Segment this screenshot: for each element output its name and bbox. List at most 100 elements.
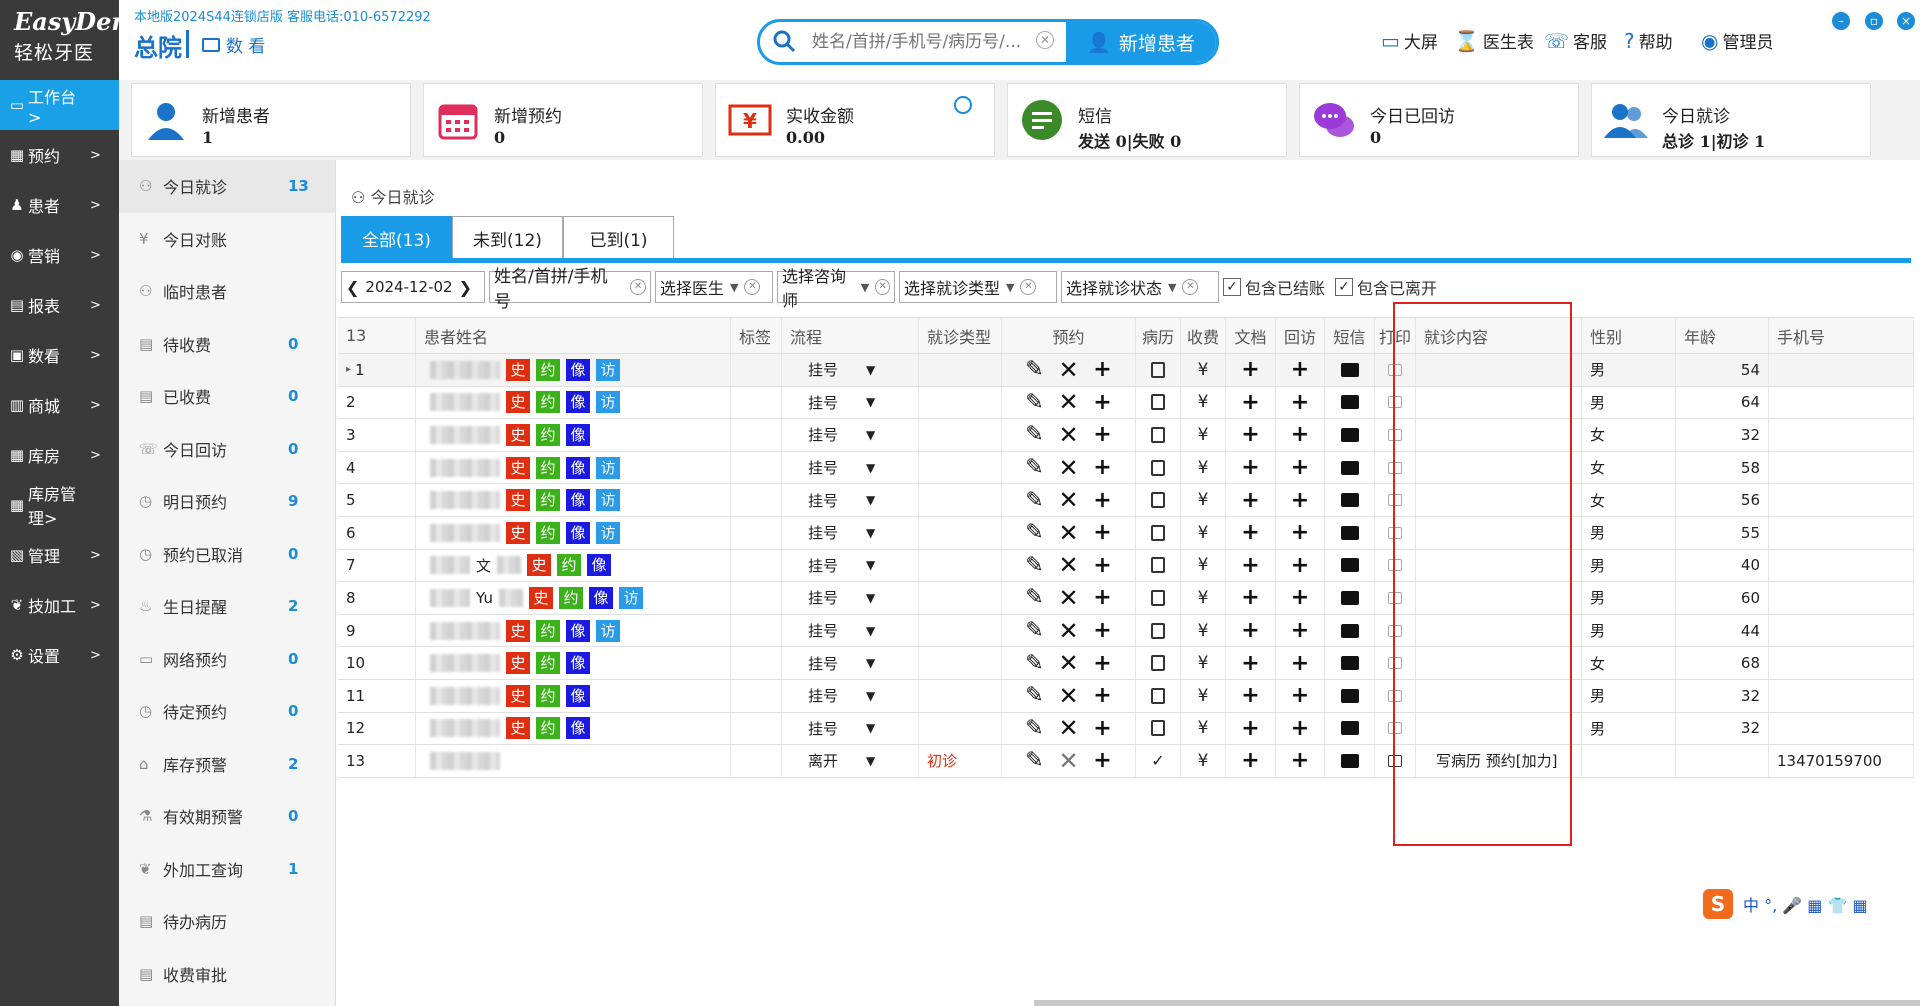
- add-icon[interactable]: +: [1086, 390, 1120, 415]
- tag-像[interactable]: 像: [566, 521, 590, 544]
- yuan-icon[interactable]: ¥: [1198, 751, 1209, 771]
- add-followup-icon[interactable]: +: [1283, 357, 1317, 382]
- date-picker[interactable]: ❮ 2024-12-02 ❯: [341, 271, 485, 303]
- search-input[interactable]: [812, 27, 1022, 57]
- message-icon[interactable]: [1340, 753, 1359, 768]
- horizontal-scrollbar[interactable]: [1034, 1000, 1920, 1006]
- patient-name[interactable]: 史约像: [416, 712, 731, 745]
- yuan-icon[interactable]: ¥: [1198, 555, 1209, 575]
- yuan-icon[interactable]: ¥: [1198, 392, 1209, 412]
- tag-访[interactable]: 访: [596, 619, 620, 642]
- yuan-icon[interactable]: ¥: [1198, 621, 1209, 641]
- patient-name[interactable]: 史约像访: [416, 354, 731, 386]
- add-followup-icon[interactable]: +: [1283, 422, 1317, 447]
- message-icon[interactable]: [1340, 427, 1359, 442]
- print-icon[interactable]: [1388, 722, 1402, 735]
- add-followup-icon[interactable]: +: [1283, 585, 1317, 610]
- tab-all[interactable]: 全部(13): [341, 216, 452, 260]
- table-row[interactable]: 3 史约像挂号 ▼ ✎ ✕ + ¥ + + 女 32: [338, 419, 1914, 452]
- tag-史[interactable]: 史: [506, 423, 530, 446]
- add-document-icon[interactable]: +: [1234, 748, 1268, 773]
- ime-toolbar[interactable]: S 中 °, 🎤 ▦ 👕 ▦: [1697, 884, 1920, 924]
- yuan-icon[interactable]: ¥: [1198, 490, 1209, 510]
- add-document-icon[interactable]: +: [1234, 716, 1268, 741]
- patient-name[interactable]: 史约像访: [416, 484, 731, 516]
- add-document-icon[interactable]: +: [1234, 390, 1268, 415]
- yuan-icon[interactable]: ¥: [1198, 360, 1209, 380]
- delete-icon[interactable]: ✕: [1052, 388, 1086, 416]
- next-day-icon[interactable]: ❯: [459, 278, 472, 297]
- yuan-icon[interactable]: ¥: [1198, 653, 1209, 673]
- doctor-schedule-link[interactable]: ⌛ 医生表: [1454, 28, 1534, 54]
- add-document-icon[interactable]: +: [1234, 651, 1268, 676]
- tag-约[interactable]: 约: [536, 456, 560, 479]
- edit-icon[interactable]: ✎: [1018, 553, 1052, 578]
- message-icon[interactable]: [1340, 395, 1359, 410]
- table-row[interactable]: 12 史约像挂号 ▼ ✎ ✕ + ¥ + + 男 32: [338, 712, 1914, 746]
- table-row[interactable]: 9 史约像访挂号 ▼ ✎ ✕ + ¥ + + 男 44: [338, 614, 1914, 648]
- table-row[interactable]: 6 史约像访挂号 ▼ ✎ ✕ + ¥ + + 男 55: [338, 516, 1914, 550]
- edit-icon[interactable]: ✎: [1018, 585, 1052, 610]
- tag-史[interactable]: 史: [506, 456, 530, 479]
- help-link[interactable]: ? 帮助: [1624, 28, 1673, 54]
- big-screen-link[interactable]: ▭ 大屏: [1381, 28, 1438, 54]
- nav-item-9[interactable]: ▧ 管理 >: [0, 530, 119, 580]
- column-header[interactable]: 回访: [1276, 318, 1325, 353]
- message-icon[interactable]: [1340, 623, 1359, 638]
- add-document-icon[interactable]: +: [1234, 553, 1268, 578]
- message-icon[interactable]: [1340, 688, 1359, 703]
- add-document-icon[interactable]: +: [1234, 422, 1268, 447]
- delete-icon[interactable]: ✕: [1052, 356, 1086, 384]
- yuan-icon[interactable]: ¥: [1198, 588, 1209, 608]
- clear-icon[interactable]: ✕: [744, 279, 761, 295]
- yuan-icon[interactable]: ¥: [1198, 523, 1209, 543]
- nav-item-8[interactable]: ▦ 库房管理>: [0, 480, 119, 530]
- patient-name[interactable]: 史约像访: [416, 386, 731, 419]
- patient-name[interactable]: Yu 史约像访: [416, 582, 731, 614]
- tag-约[interactable]: 约: [536, 684, 560, 707]
- table-row[interactable]: 13 离开 ▼ 初诊 ✎ ✕ + ✓ ¥ + + 写病历 预约[加力] 13470159700: [338, 745, 1914, 778]
- message-icon[interactable]: [1340, 558, 1359, 573]
- flow-select[interactable]: 挂号 ▼: [782, 647, 919, 679]
- nav-item-3[interactable]: ◉ 营销 >: [0, 230, 119, 280]
- column-header[interactable]: 年龄: [1676, 318, 1769, 353]
- tag-约[interactable]: 约: [557, 554, 582, 577]
- nav-item-0[interactable]: ▭ 工作台 >: [0, 80, 119, 130]
- print-icon[interactable]: [1388, 591, 1402, 604]
- edit-icon[interactable]: ✎: [1018, 520, 1052, 545]
- yuan-icon[interactable]: ¥: [1198, 425, 1209, 445]
- print-icon[interactable]: [1388, 363, 1402, 376]
- table-row[interactable]: 7 文史约像挂号 ▼ ✎ ✕ + ¥ + + 男 40: [338, 549, 1914, 583]
- tag-访[interactable]: 访: [596, 521, 620, 544]
- tab-arrived[interactable]: 已到(1): [563, 216, 674, 260]
- yuan-icon[interactable]: ¥: [1198, 458, 1209, 478]
- tag-像[interactable]: 像: [566, 456, 590, 479]
- nav-item-2[interactable]: ♟ 患者 >: [0, 180, 119, 230]
- tag-像[interactable]: 像: [566, 717, 590, 740]
- tag-访[interactable]: 访: [596, 391, 620, 414]
- sidebar-item-2[interactable]: ⚇ 临时患者: [119, 265, 335, 318]
- column-header[interactable]: 就诊内容: [1416, 318, 1582, 353]
- column-header[interactable]: 病历: [1136, 318, 1181, 353]
- column-header[interactable]: 短信: [1325, 318, 1375, 353]
- tag-史[interactable]: 史: [506, 652, 530, 675]
- record-icon[interactable]: [1151, 524, 1165, 541]
- column-header[interactable]: 患者姓名: [416, 318, 731, 353]
- column-header[interactable]: 标签: [731, 318, 782, 353]
- delete-icon[interactable]: ✕: [1052, 519, 1086, 547]
- edit-icon[interactable]: ✎: [1018, 618, 1052, 643]
- add-icon[interactable]: +: [1086, 585, 1120, 610]
- sidebar-item-13[interactable]: ❦ 外加工查询 1: [119, 843, 335, 896]
- visit-type-select[interactable]: 选择就诊类型 ▼ ✕: [899, 271, 1057, 303]
- tag-史[interactable]: 史: [506, 619, 530, 642]
- dashboard-link[interactable]: 数 看: [202, 32, 265, 57]
- table-row[interactable]: 4 史约像访挂号 ▼ ✎ ✕ + ¥ + + 女 58: [338, 451, 1914, 485]
- column-header[interactable]: 打印: [1375, 318, 1416, 353]
- customer-service-link[interactable]: ☏ 客服: [1544, 28, 1607, 54]
- add-document-icon[interactable]: +: [1234, 683, 1268, 708]
- nav-item-1[interactable]: ▦ 预约 >: [0, 130, 119, 180]
- stat-card-1[interactable]: 新增预约 0: [423, 83, 703, 157]
- sidebar-item-3[interactable]: ▤ 待收费 0: [119, 318, 335, 371]
- print-icon[interactable]: [1388, 657, 1402, 670]
- table-row[interactable]: 10 史约像挂号 ▼ ✎ ✕ + ¥ + + 女 68: [338, 647, 1914, 680]
